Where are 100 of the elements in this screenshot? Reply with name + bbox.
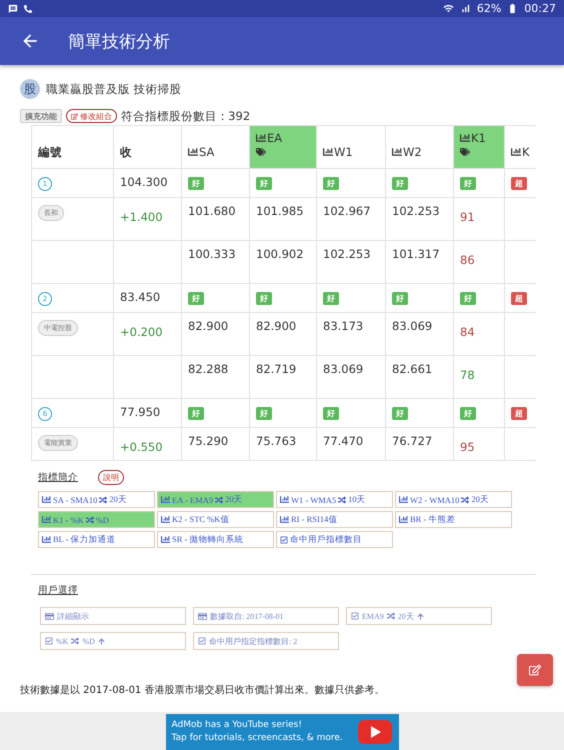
k-value: 91 [460, 210, 475, 224]
signal-badge: 好 [392, 177, 408, 190]
signal-badge: 好 [256, 407, 272, 420]
signal-badge: 好 [392, 292, 408, 305]
card-icon [45, 612, 54, 620]
signal-icon [460, 3, 471, 14]
phone-icon [24, 4, 32, 12]
page-title: 職業贏股普及版 技術掃股 [46, 82, 182, 96]
indicator-legend-item[interactable]: 命中用戶指標數目 [276, 531, 393, 548]
column-header: W2 [386, 126, 454, 168]
k-value: 95 [460, 440, 475, 454]
checkbox-icon [280, 536, 288, 544]
user-choice-item[interactable]: 詳細顯示 [40, 607, 186, 625]
signal-badge: 好 [256, 292, 272, 305]
card-icon [198, 612, 207, 620]
indicator-legend-item[interactable]: BR - 牛熊差 [395, 511, 512, 528]
bar-chart-icon [161, 515, 170, 524]
edit-icon [529, 664, 541, 676]
shuffle-icon [99, 496, 108, 504]
signal-badge: 超 [511, 407, 527, 420]
message-icon [8, 4, 18, 14]
bar-chart-icon [399, 495, 408, 504]
checkbox-icon [351, 612, 359, 620]
column-header: 收 [114, 126, 182, 168]
bar-chart-icon [161, 535, 170, 544]
signal-badge: 好 [460, 292, 476, 305]
indicator-legend-item[interactable]: SR - 拋物轉向系統 [157, 531, 274, 548]
indicator-value: 101.985 [256, 204, 304, 218]
bar-chart-icon [323, 147, 333, 157]
indicator-value: 102.253 [323, 247, 371, 261]
edit-fab[interactable] [517, 654, 553, 686]
status-time: 00:27 [524, 2, 556, 15]
match-count: 符合指標股份數目 : 392 [121, 108, 250, 124]
signal-badge: 好 [460, 177, 476, 190]
indicator-value: 100.333 [188, 247, 236, 261]
close-price: 77.950 [120, 405, 160, 419]
ad-banner[interactable]: AdMob has a YouTube series! Tap for tutorials, screencasts, & more. [166, 714, 398, 750]
indicator-legend-item[interactable]: W1 - WMA5 10天 [276, 491, 393, 508]
bar-chart-icon [161, 495, 170, 504]
indicator-legend-item[interactable]: K1 - %K %D [38, 511, 155, 528]
indicator-legend-item[interactable]: W2 - WMA10 20天 [395, 491, 512, 508]
user-choice-item[interactable]: 命中用戶指定指標數目: 2 [193, 632, 339, 650]
ad-line: Tap for tutorials, screencasts, & more. [172, 732, 344, 745]
signal-badge: 好 [323, 407, 339, 420]
help-button[interactable]: 說明 [98, 470, 124, 485]
app-title: 簡單技術分析 [68, 30, 170, 52]
bar-chart-icon [280, 515, 289, 524]
indicator-value: 101.317 [392, 247, 440, 261]
indicator-value: 76.727 [392, 434, 432, 448]
indicator-legend-item[interactable]: K2 - STC %K值 [157, 511, 274, 528]
user-choice-item[interactable]: %K %D [40, 632, 186, 650]
tags-icon [460, 147, 470, 157]
column-header: EA [250, 126, 316, 168]
signal-badge: 好 [323, 177, 339, 190]
bar-chart-icon [256, 133, 266, 143]
bar-chart-icon [42, 495, 51, 504]
checkbox-icon [198, 637, 206, 645]
column-header: 編號 [32, 126, 114, 168]
signal-badge: 超 [511, 177, 527, 190]
up-arrow-icon [98, 638, 105, 644]
indicator-value: 100.902 [256, 247, 304, 261]
tags-icon [256, 147, 266, 157]
indicator-value: 82.288 [188, 362, 228, 376]
price-change: +0.200 [120, 325, 163, 339]
bar-chart-icon [392, 147, 402, 157]
indicator-value: 101.680 [188, 204, 236, 218]
extension-button[interactable]: 擴充功能 [20, 109, 62, 123]
signal-badge: 好 [460, 407, 476, 420]
signal-badge: 好 [392, 407, 408, 420]
edit-combination-button[interactable]: 修改組合 [66, 109, 117, 123]
user-choice-item[interactable]: 數據取自: 2017-08-01 [193, 607, 339, 625]
indicator-value: 83.173 [323, 319, 364, 333]
close-price: 83.450 [120, 290, 160, 304]
indicator-legend-item[interactable]: SA - SMA10 20天 [38, 491, 155, 508]
shuffle-icon [71, 637, 80, 645]
shuffle-icon [215, 496, 224, 504]
bar-chart-icon [42, 515, 51, 524]
shuffle-icon [86, 516, 94, 524]
bar-chart-icon [280, 495, 289, 504]
user-choice-item[interactable]: EMA9 20天 [346, 607, 492, 625]
column-header: W1 [316, 126, 386, 168]
column-header: K [504, 126, 536, 168]
up-arrow-icon [416, 612, 424, 620]
close-price: 104.300 [120, 175, 168, 189]
indicator-legend-item[interactable]: EA - EMA9 20天 [157, 491, 274, 508]
battery-percent: 62% [476, 2, 502, 15]
signal-badge: 好 [256, 177, 272, 190]
section-title: 用戶選擇 [38, 584, 78, 597]
indicator-legend-item[interactable]: RI - RSI14值 [276, 511, 393, 528]
indicator-value: 75.763 [256, 434, 296, 448]
shuffle-icon [386, 612, 395, 620]
column-header: K1 [454, 126, 504, 168]
indicator-value: 102.253 [392, 204, 440, 218]
indicator-value: 83.069 [323, 362, 364, 376]
ad-line: AdMob has a YouTube series! [172, 718, 303, 732]
price-change: +0.550 [120, 440, 163, 454]
wifi-icon [442, 3, 454, 14]
indicator-legend-item[interactable]: BL - 保力加通道 [38, 531, 155, 548]
bar-chart-icon [511, 147, 521, 157]
k-value: 86 [460, 253, 475, 267]
